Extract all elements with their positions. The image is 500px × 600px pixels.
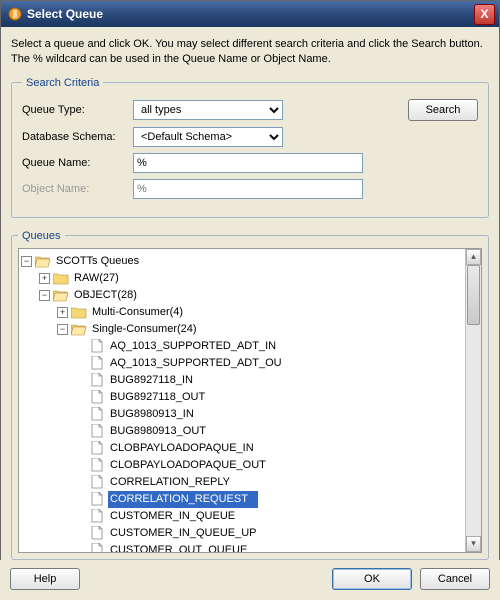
tree-node-label: CORRELATION_REPLY (108, 474, 232, 491)
tree-node-label: BUG8980913_OUT (108, 423, 208, 440)
queue-name-input[interactable] (133, 153, 363, 173)
tree-node-label: BUG8927118_OUT (108, 389, 207, 406)
folder-open-icon (71, 322, 87, 336)
tree-folder-single-consumer[interactable]: − Single-Consumer(24) (21, 321, 465, 338)
file-icon (89, 492, 105, 506)
scroll-up-button[interactable]: ▴ (466, 249, 481, 265)
tree-queue-item[interactable]: CUSTOMER_IN_QUEUE_UP (21, 525, 465, 542)
tree-folder-object[interactable]: − OBJECT(28) (21, 287, 465, 304)
file-icon (89, 458, 105, 472)
app-icon (7, 6, 23, 22)
file-icon (89, 509, 105, 523)
window-title: Select Queue (27, 7, 474, 21)
database-schema-label: Database Schema: (22, 131, 127, 143)
tree-node-label: AQ_1013_SUPPORTED_ADT_IN (108, 338, 278, 355)
tree-queue-item[interactable]: BUG8927118_OUT (21, 389, 465, 406)
expand-toggle[interactable]: + (39, 273, 50, 284)
tree-node-label: OBJECT(28) (72, 287, 139, 304)
queue-type-label: Queue Type: (22, 104, 127, 116)
dialog-footer: Help OK Cancel (0, 560, 500, 600)
tree-node-label: Multi-Consumer(4) (90, 304, 185, 321)
folder-open-icon (35, 254, 51, 268)
file-icon (89, 441, 105, 455)
tree-node-label: CLOBPAYLOADOPAQUE_OUT (108, 457, 268, 474)
tree-queue-item[interactable]: AQ_1013_SUPPORTED_ADT_IN (21, 338, 465, 355)
search-button[interactable]: Search (408, 99, 478, 121)
scroll-down-button[interactable]: ▾ (466, 536, 481, 552)
expand-toggle[interactable]: − (57, 324, 68, 335)
queues-group: Queues − SCOTTs Queues + RAW(27) − OBJECT(28)… (11, 230, 489, 560)
tree-root[interactable]: − SCOTTs Queues (21, 253, 465, 270)
expand-toggle[interactable]: − (39, 290, 50, 301)
file-icon (89, 390, 105, 404)
close-button[interactable]: X (474, 4, 495, 25)
tree-container: − SCOTTs Queues + RAW(27) − OBJECT(28) + Multi-… (18, 248, 482, 553)
object-name-input (133, 179, 363, 199)
tree-node-label: CUSTOMER_IN_QUEUE_UP (108, 525, 259, 542)
search-criteria-legend: Search Criteria (22, 77, 103, 89)
folder-open-icon (53, 288, 69, 302)
file-icon (89, 339, 105, 353)
expand-toggle[interactable]: + (57, 307, 68, 318)
file-icon (89, 526, 105, 540)
tree-queue-item[interactable]: CORRELATION_REQUEST (21, 491, 465, 508)
file-icon (89, 424, 105, 438)
tree-node-label: RAW(27) (72, 270, 121, 287)
instructions-text: Select a queue and click OK. You may sel… (11, 37, 489, 67)
close-icon: X (480, 7, 488, 21)
tree-queue-item[interactable]: CORRELATION_REPLY (21, 474, 465, 491)
queue-type-select[interactable]: all types (133, 100, 283, 120)
tree-queue-item[interactable]: BUG8980913_IN (21, 406, 465, 423)
file-icon (89, 373, 105, 387)
object-name-label: Object Name: (22, 183, 127, 195)
search-criteria-group: Search Criteria Queue Type: all types Se… (11, 77, 489, 218)
file-icon (89, 407, 105, 421)
queues-legend: Queues (18, 230, 65, 242)
tree-node-label: AQ_1013_SUPPORTED_ADT_OU (108, 355, 284, 372)
database-schema-select[interactable]: <Default Schema> (133, 127, 283, 147)
tree-node-label: SCOTTs Queues (54, 253, 141, 270)
tree-node-label: CUSTOMER_IN_QUEUE (108, 508, 237, 525)
tree-queue-item[interactable]: BUG8980913_OUT (21, 423, 465, 440)
file-icon (89, 475, 105, 489)
tree-node-label: BUG8927118_IN (108, 372, 195, 389)
tree-queue-item[interactable]: CUSTOMER_OUT_QUEUE (21, 542, 465, 552)
scrollbar[interactable]: ▴ ▾ (465, 249, 481, 552)
folder-closed-icon (53, 271, 69, 285)
file-icon (89, 356, 105, 370)
tree-queue-item[interactable]: CLOBPAYLOADOPAQUE_IN (21, 440, 465, 457)
tree-folder-raw[interactable]: + RAW(27) (21, 270, 465, 287)
queue-tree[interactable]: − SCOTTs Queues + RAW(27) − OBJECT(28) + Multi-… (19, 249, 465, 552)
tree-queue-item[interactable]: BUG8927118_IN (21, 372, 465, 389)
file-icon (89, 543, 105, 552)
tree-node-label: Single-Consumer(24) (90, 321, 199, 338)
tree-node-label: CLOBPAYLOADOPAQUE_IN (108, 440, 256, 457)
expand-toggle[interactable]: − (21, 256, 32, 267)
ok-button[interactable]: OK (332, 568, 412, 590)
folder-closed-icon (71, 305, 87, 319)
tree-queue-item[interactable]: CLOBPAYLOADOPAQUE_OUT (21, 457, 465, 474)
tree-folder-multi-consumer[interactable]: + Multi-Consumer(4) (21, 304, 465, 321)
tree-node-label: CORRELATION_REQUEST (108, 491, 258, 508)
tree-queue-item[interactable]: CUSTOMER_IN_QUEUE (21, 508, 465, 525)
tree-node-label: CUSTOMER_OUT_QUEUE (108, 542, 249, 552)
tree-node-label: BUG8980913_IN (108, 406, 196, 423)
scroll-thumb[interactable] (467, 265, 480, 325)
titlebar: Select Queue X (1, 1, 499, 27)
cancel-button[interactable]: Cancel (420, 568, 490, 590)
tree-queue-item[interactable]: AQ_1013_SUPPORTED_ADT_OU (21, 355, 465, 372)
help-button[interactable]: Help (10, 568, 80, 590)
queue-name-label: Queue Name: (22, 157, 127, 169)
scroll-track[interactable] (466, 265, 481, 536)
